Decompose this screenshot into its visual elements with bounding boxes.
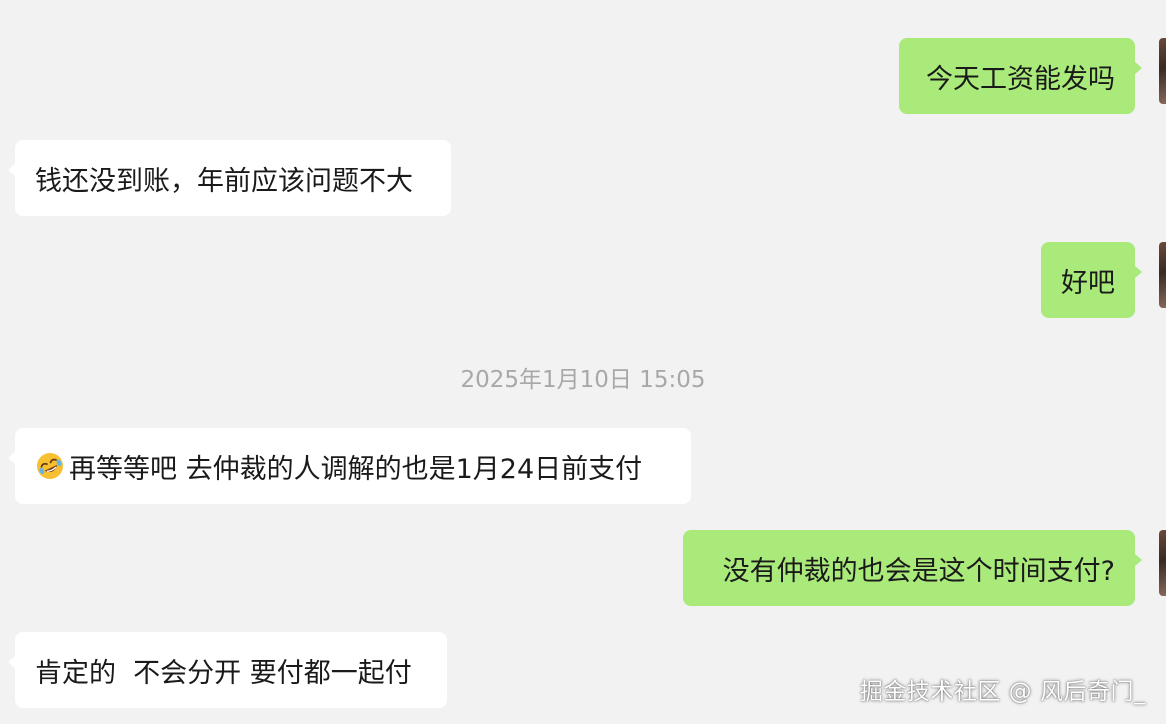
user-avatar[interactable] [1159,530,1166,596]
message-text: 钱还没到账，年前应该问题不大 [35,165,413,197]
message-text: 好吧 [1061,267,1115,299]
outgoing-message-bubble[interactable]: 今天工资能发吗 [899,38,1142,114]
message-text: 今天工资能发吗 [926,63,1115,95]
incoming-message-bubble[interactable]: 钱还没到账，年前应该问题不大 [8,140,451,216]
incoming-message-bubble[interactable]: 肯定的 不会分开 要付都一起付 [8,632,447,708]
message-text: 没有仲裁的也会是这个时间支付? [722,555,1115,587]
outgoing-message-bubble[interactable]: 没有仲裁的也会是这个时间支付? [683,530,1142,606]
user-avatar[interactable] [1159,38,1166,104]
message-text: 肯定的 不会分开 要付都一起付 [35,657,412,689]
watermark-text: 掘金技术社区 @ 风后奇门_ [859,679,1146,705]
outgoing-message-bubble[interactable]: 好吧 [1041,242,1142,318]
user-avatar[interactable] [1159,242,1166,308]
chat-timestamp: 2025年1月10日 15:05 [460,367,706,393]
message-text: 再等等吧 去仲裁的人调解的也是1月24日前支付 [69,453,643,485]
rolling-on-floor-laughing-emoji [37,453,63,479]
incoming-message-bubble[interactable]: 再等等吧 去仲裁的人调解的也是1月24日前支付 [8,428,691,504]
